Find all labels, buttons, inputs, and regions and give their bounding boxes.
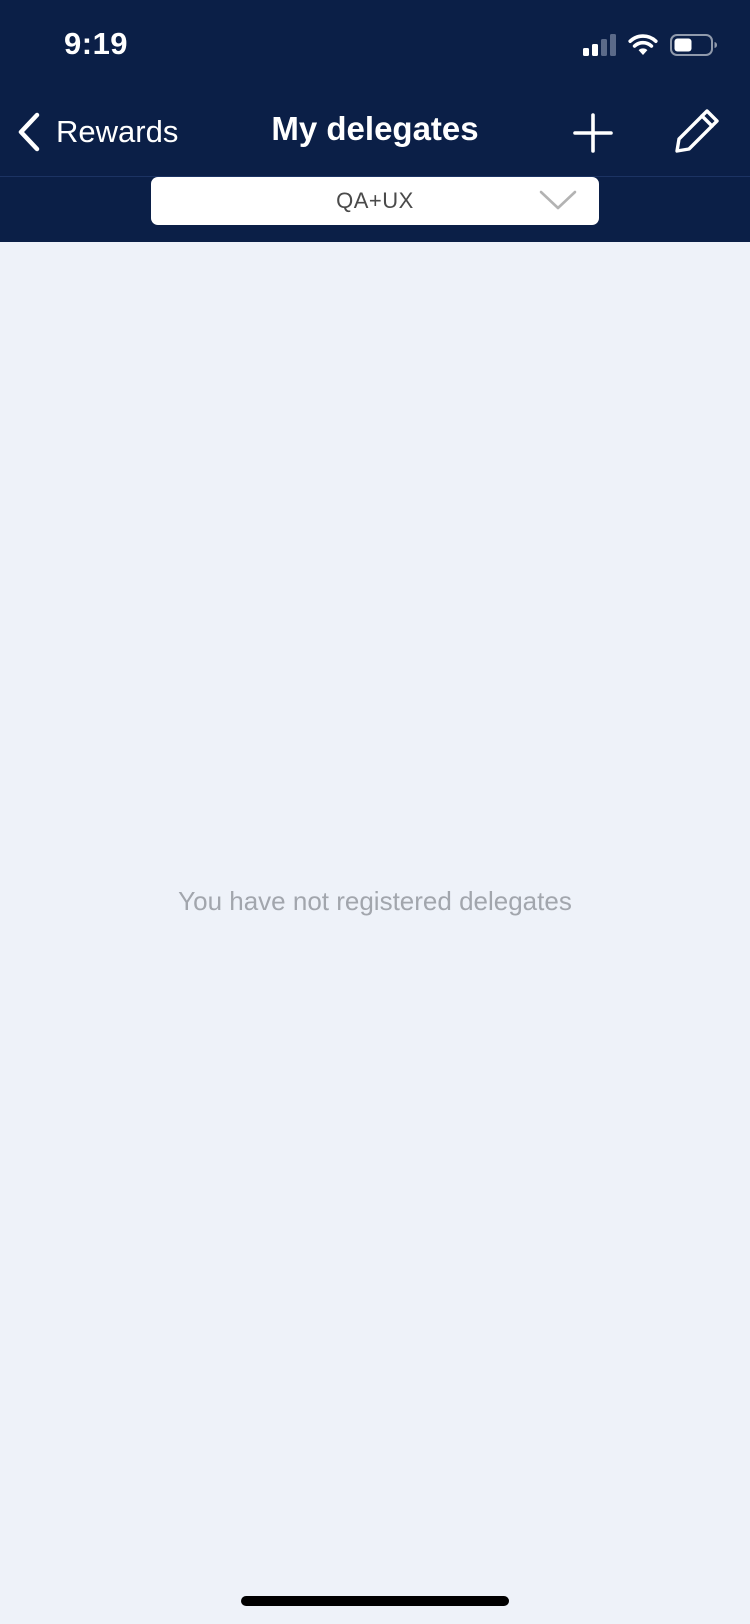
group-filter-dropdown[interactable]: QA+UX (151, 177, 599, 225)
delegates-screen: 9:19 Rewards My delegates QA+UX You have… (0, 0, 750, 1624)
header-bar: 9:19 Rewards My delegates QA+UX (0, 0, 750, 242)
back-button-label: Rewards (56, 114, 179, 149)
status-time: 9:19 (64, 26, 129, 61)
chevron-down-icon (539, 190, 577, 210)
edit-delegates-button[interactable] (672, 106, 722, 156)
add-delegate-button[interactable] (570, 110, 616, 156)
battery-icon (670, 34, 717, 56)
empty-state-message: You have not registered delegates (178, 886, 572, 916)
chevron-left-icon (18, 112, 40, 152)
home-indicator[interactable] (241, 1596, 509, 1606)
cellular-signal-icon (583, 34, 616, 56)
status-icons (583, 30, 718, 60)
pencil-icon (675, 109, 719, 153)
group-filter-value: QA+UX (336, 188, 414, 213)
page-title: My delegates (271, 110, 479, 147)
back-button[interactable]: Rewards (16, 108, 178, 156)
plus-icon (573, 113, 613, 153)
wifi-icon (628, 34, 658, 55)
